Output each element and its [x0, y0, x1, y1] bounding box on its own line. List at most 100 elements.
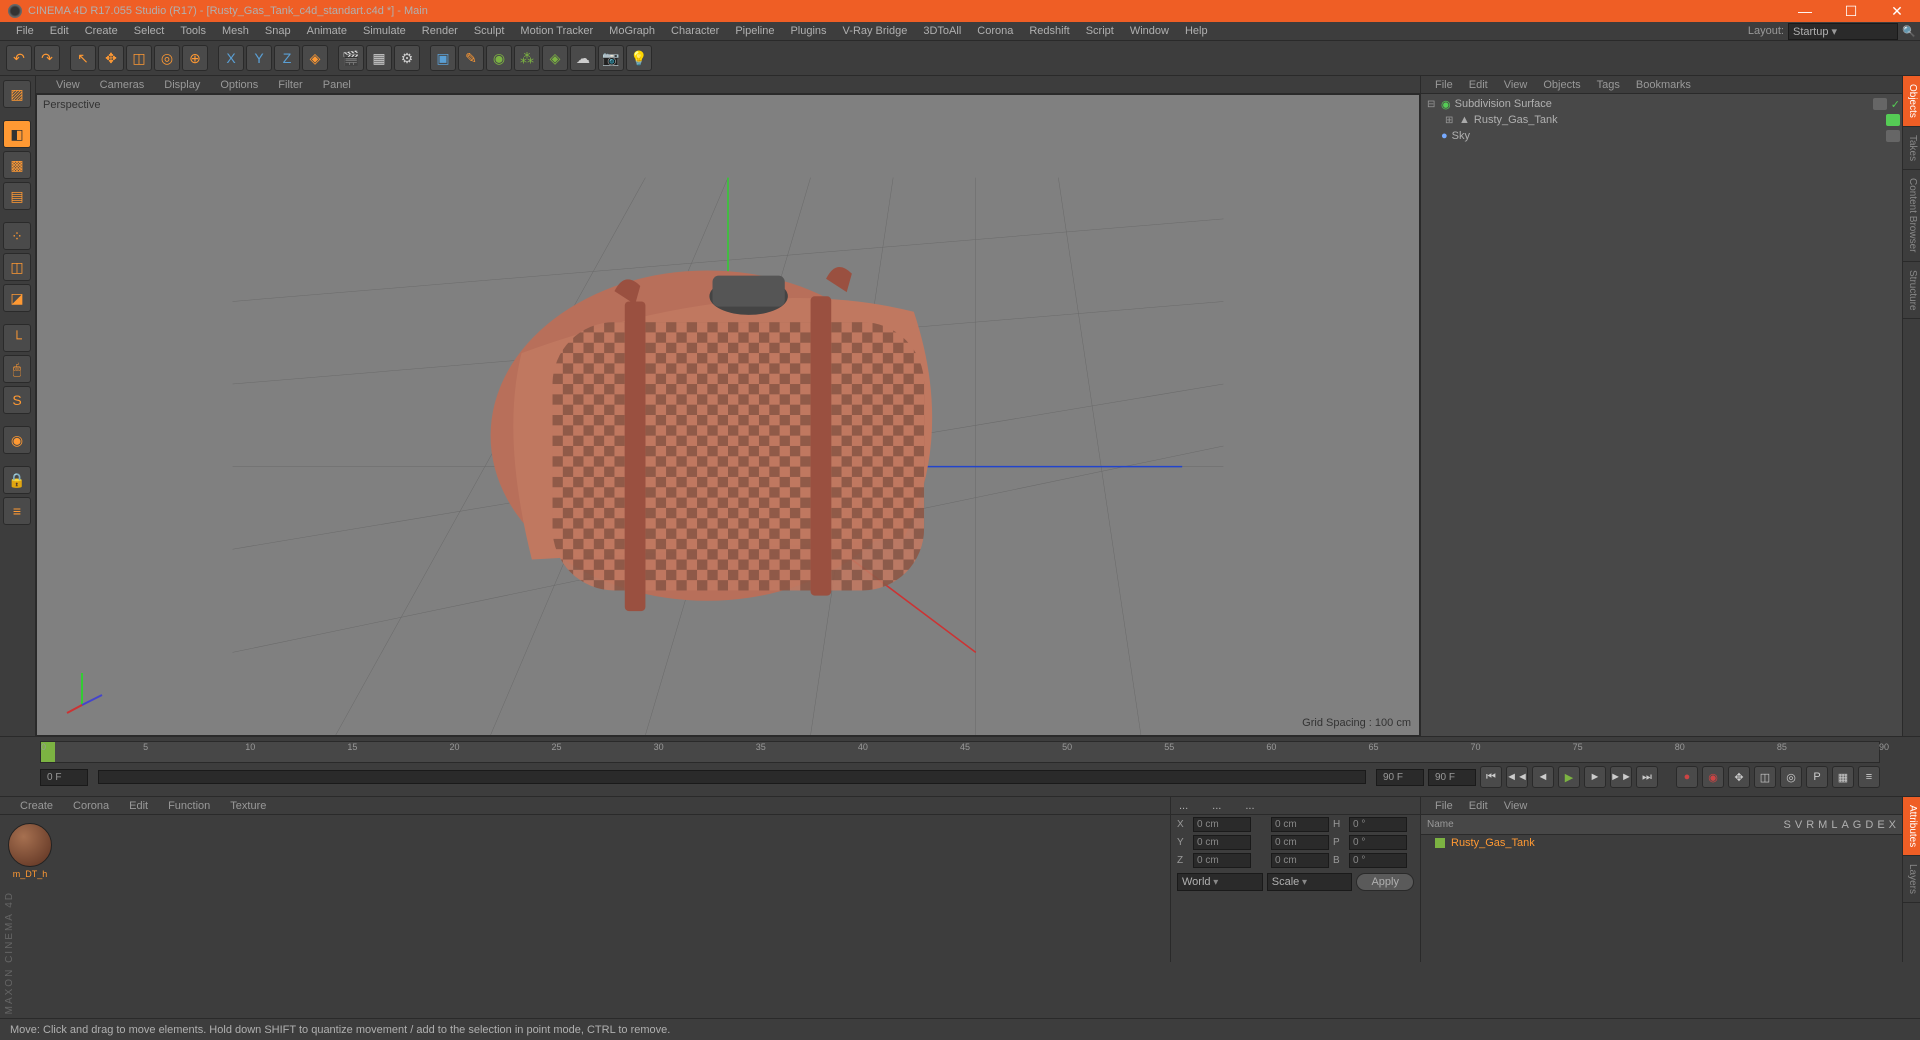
key-pla[interactable]: ▦ — [1832, 766, 1854, 788]
menu-script[interactable]: Script — [1078, 23, 1122, 39]
next-key[interactable]: ►► — [1610, 766, 1632, 788]
layout-select[interactable]: Startup ▾ — [1788, 23, 1898, 40]
frame-start[interactable]: 0 F — [40, 769, 88, 786]
coord-input[interactable] — [1271, 853, 1329, 868]
coord-input[interactable] — [1349, 817, 1407, 832]
camera[interactable]: 📷 — [598, 45, 624, 71]
redo-button[interactable]: ↷ — [34, 45, 60, 71]
menu-render[interactable]: Render — [414, 23, 466, 39]
mat-texture[interactable]: Texture — [220, 798, 276, 814]
array-generator[interactable]: ⁂ — [514, 45, 540, 71]
goto-end[interactable]: ⏭ — [1636, 766, 1658, 788]
tab-objects[interactable]: Objects — [1903, 76, 1920, 127]
rotate-tool[interactable]: ◎ — [154, 45, 180, 71]
coord-input[interactable] — [1193, 853, 1251, 868]
model-mode[interactable]: ◧ — [3, 120, 31, 148]
key-param[interactable]: P — [1806, 766, 1828, 788]
attr-object-row[interactable]: Rusty_Gas_Tank — [1421, 835, 1902, 851]
viewport-solo[interactable]: 🔒 — [3, 466, 31, 494]
environment[interactable]: ☁ — [570, 45, 596, 71]
attr-col[interactable]: D — [1865, 819, 1873, 831]
viewport-3d[interactable]: Perspective — [36, 94, 1420, 736]
frame-end[interactable]: 90 F — [1376, 769, 1424, 786]
tree-row[interactable]: ⊟ ◉ Subdivision Surface ✓ — [1423, 96, 1900, 112]
render-region[interactable]: ▦ — [366, 45, 392, 71]
attr-edit[interactable]: Edit — [1461, 798, 1496, 814]
record-button[interactable]: ● — [1676, 766, 1698, 788]
deformer[interactable]: ◈ — [542, 45, 568, 71]
tab-content-browser[interactable]: Content Browser — [1903, 170, 1920, 261]
coord-input[interactable] — [1349, 835, 1407, 850]
mat-corona[interactable]: Corona — [63, 798, 119, 814]
timeline-ruler[interactable]: 051015202530354045505560657075808590 — [40, 741, 1880, 763]
subdivision-surface[interactable]: ◉ — [486, 45, 512, 71]
pen-tool[interactable]: ✎ — [458, 45, 484, 71]
visibility-icon[interactable]: ✓ — [1891, 98, 1900, 111]
coord-input[interactable] — [1271, 817, 1329, 832]
menu-redshift[interactable]: Redshift — [1021, 23, 1077, 39]
om-bookmarks[interactable]: Bookmarks — [1628, 77, 1699, 93]
prev-frame[interactable]: ◄ — [1532, 766, 1554, 788]
om-tags[interactable]: Tags — [1589, 77, 1628, 93]
soft-select[interactable]: ◉ — [3, 426, 31, 454]
coord-system[interactable]: ◈ — [302, 45, 328, 71]
material-preview[interactable] — [8, 823, 52, 867]
prev-key[interactable]: ◄◄ — [1506, 766, 1528, 788]
coord-input[interactable] — [1193, 835, 1251, 850]
coord-input[interactable] — [1271, 835, 1329, 850]
texture-mode[interactable]: ▩ — [3, 151, 31, 179]
next-frame[interactable]: ► — [1584, 766, 1606, 788]
menu-help[interactable]: Help — [1177, 23, 1216, 39]
cube-primitive[interactable]: ▣ — [430, 45, 456, 71]
coord-input[interactable] — [1349, 853, 1407, 868]
points-mode[interactable]: ⁘ — [3, 222, 31, 250]
undo-button[interactable]: ↶ — [6, 45, 32, 71]
key-rot[interactable]: ◎ — [1780, 766, 1802, 788]
tab-structure[interactable]: Structure — [1903, 262, 1920, 320]
select-tool[interactable]: ↖ — [70, 45, 96, 71]
search-icon[interactable]: 🔍 — [1902, 25, 1916, 38]
mat-create[interactable]: Create — [10, 798, 63, 814]
coord-input[interactable] — [1193, 817, 1251, 832]
viewport-layers[interactable]: ≡ — [3, 497, 31, 525]
attr-col[interactable]: V — [1795, 819, 1802, 831]
attr-view[interactable]: View — [1496, 798, 1536, 814]
key-opts[interactable]: ≡ — [1858, 766, 1880, 788]
vp-view[interactable]: View — [46, 77, 90, 93]
coord-world-select[interactable]: World ▾ — [1177, 873, 1263, 891]
mat-edit[interactable]: Edit — [119, 798, 158, 814]
menu-simulate[interactable]: Simulate — [355, 23, 414, 39]
close-button[interactable]: ✕ — [1874, 0, 1920, 22]
play-button[interactable]: ▶ — [1558, 766, 1580, 788]
minimize-button[interactable]: — — [1782, 0, 1828, 22]
om-objects[interactable]: Objects — [1535, 77, 1588, 93]
menu-mesh[interactable]: Mesh — [214, 23, 257, 39]
attr-col[interactable]: M — [1818, 819, 1827, 831]
polygons-mode[interactable]: ◪ — [3, 284, 31, 312]
move-tool[interactable]: ✥ — [98, 45, 124, 71]
axis-tool[interactable]: └ — [3, 324, 31, 352]
edges-mode[interactable]: ◫ — [3, 253, 31, 281]
tag-icon[interactable] — [1873, 98, 1887, 110]
tab-layers[interactable]: Layers — [1903, 856, 1920, 903]
apply-button[interactable]: Apply — [1356, 873, 1414, 891]
menu-sculpt[interactable]: Sculpt — [466, 23, 513, 39]
attr-file[interactable]: File — [1427, 798, 1461, 814]
vp-panel[interactable]: Panel — [313, 77, 361, 93]
om-view[interactable]: View — [1496, 77, 1536, 93]
attr-col[interactable]: R — [1806, 819, 1814, 831]
om-file[interactable]: File — [1427, 77, 1461, 93]
menu-create[interactable]: Create — [77, 23, 126, 39]
coord-scale-select[interactable]: Scale ▾ — [1267, 873, 1353, 891]
workplane-mode[interactable]: ▤ — [3, 182, 31, 210]
tweak-mode[interactable]: 🖱 — [3, 355, 31, 383]
tab-takes[interactable]: Takes — [1903, 127, 1920, 170]
mat-function[interactable]: Function — [158, 798, 220, 814]
menu-plugins[interactable]: Plugins — [782, 23, 834, 39]
attr-col[interactable]: G — [1853, 819, 1862, 831]
z-axis-lock[interactable]: Z — [274, 45, 300, 71]
key-pos[interactable]: ✥ — [1728, 766, 1750, 788]
axis-gizmo[interactable] — [57, 665, 107, 715]
scale-tool[interactable]: ◫ — [126, 45, 152, 71]
tab-attributes[interactable]: Attributes — [1903, 797, 1920, 856]
